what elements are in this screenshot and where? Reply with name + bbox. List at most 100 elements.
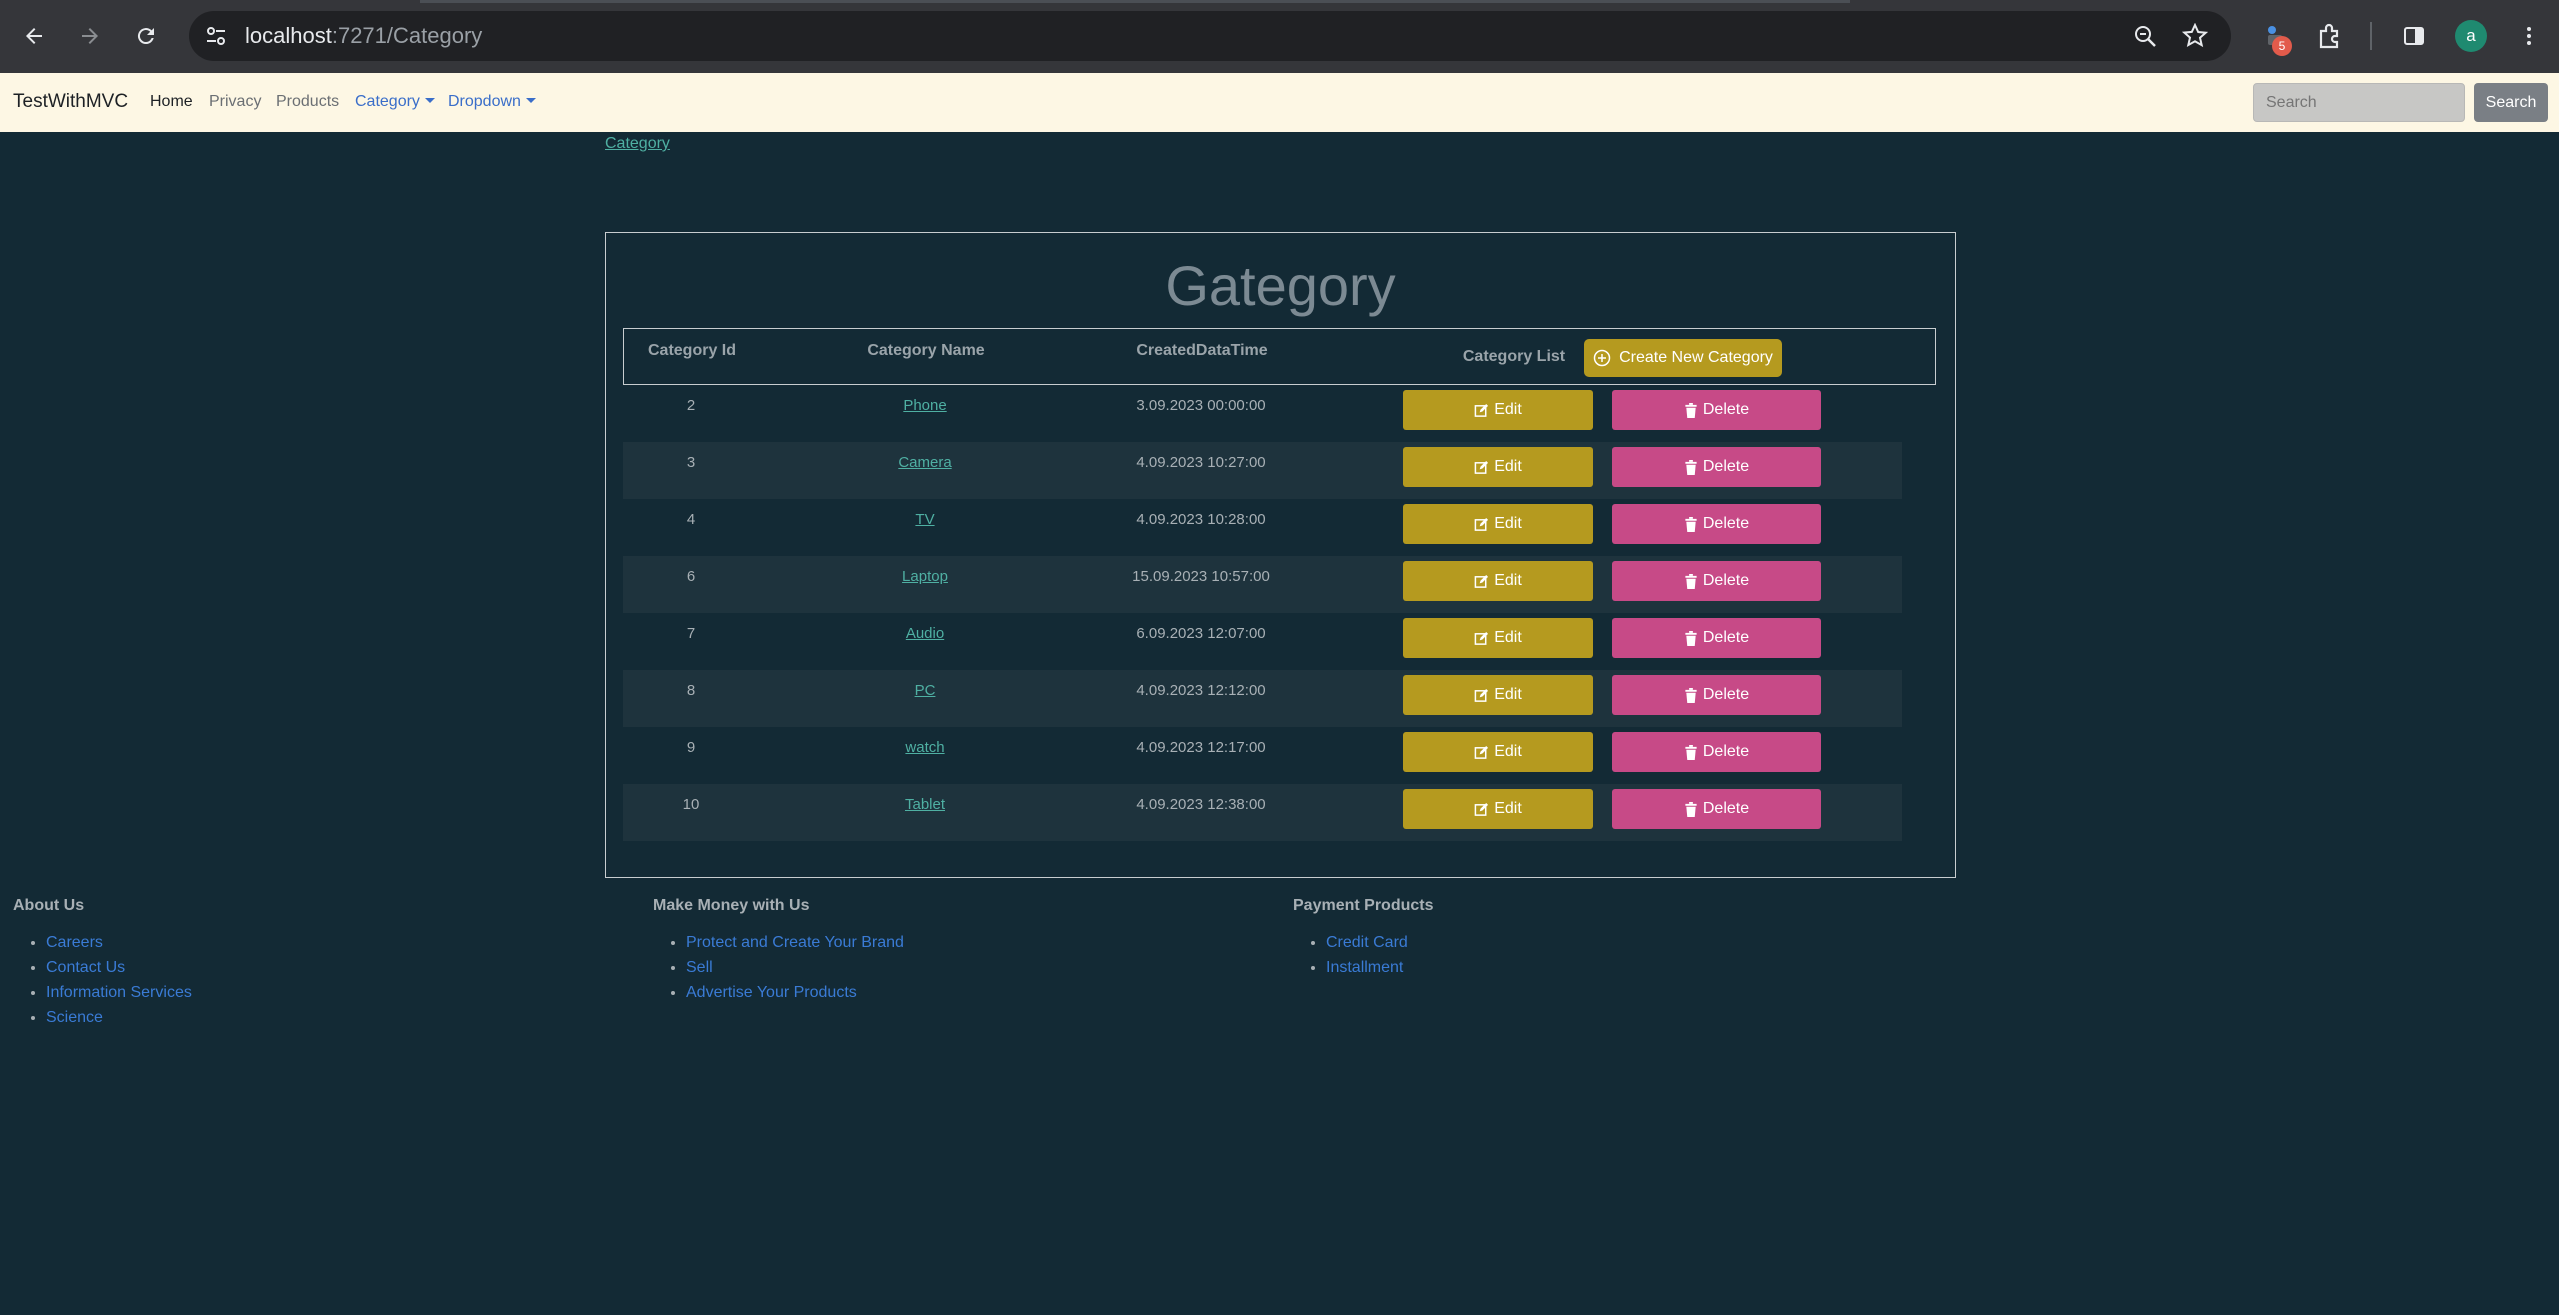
reload-icon[interactable]	[128, 18, 164, 54]
delete-button[interactable]: Delete	[1612, 504, 1821, 544]
edit-label: Edit	[1494, 515, 1522, 532]
bookmark-star-icon[interactable]	[2181, 22, 2209, 49]
edit-icon	[1474, 688, 1489, 702]
edit-icon	[1474, 802, 1489, 816]
footer-money: Make Money with Us Protect and Create Yo…	[653, 897, 904, 1005]
trash-icon	[1685, 687, 1697, 703]
cell-name-link[interactable]: watch	[860, 739, 990, 756]
footer-link[interactable]: Sell	[686, 955, 904, 980]
search-input[interactable]	[2253, 83, 2465, 122]
delete-button[interactable]: Delete	[1612, 618, 1821, 658]
site-settings-icon[interactable]	[203, 23, 229, 49]
nav-home[interactable]: Home	[150, 93, 193, 111]
page-title: Gategory	[1165, 254, 1396, 317]
cell-created: 3.09.2023 00:00:00	[1136, 397, 1266, 414]
cell-created: 4.09.2023 10:28:00	[1136, 511, 1266, 528]
cell-name-link[interactable]: Tablet	[860, 796, 990, 813]
footer-payment-list: Credit Card Installment	[1293, 930, 1433, 980]
cell-id: 7	[686, 625, 696, 642]
trash-icon	[1685, 516, 1697, 532]
delete-label: Delete	[1702, 572, 1750, 589]
delete-label: Delete	[1702, 686, 1750, 703]
cell-id: 10	[682, 796, 700, 813]
extensions-icon[interactable]	[2312, 18, 2348, 54]
edit-icon	[1474, 517, 1489, 531]
delete-button[interactable]: Delete	[1612, 732, 1821, 772]
edit-button[interactable]: Edit	[1403, 732, 1593, 772]
cell-id: 6	[686, 568, 696, 585]
cell-name-link[interactable]: PC	[860, 682, 990, 699]
table-row: 7 Audio 6.09.2023 12:07:00 Edit Delete	[623, 613, 1902, 670]
delete-button[interactable]: Delete	[1612, 390, 1821, 430]
edit-button[interactable]: Edit	[1403, 390, 1593, 430]
table-row: 6 Laptop 15.09.2023 10:57:00 Edit Delete	[623, 556, 1902, 613]
footer-link[interactable]: Contact Us	[46, 955, 192, 980]
more-menu-icon[interactable]	[2511, 18, 2547, 54]
zoom-icon[interactable]	[2132, 23, 2158, 49]
footer-about-list: Careers Contact Us Information Services …	[13, 930, 192, 1030]
delete-button[interactable]: Delete	[1612, 675, 1821, 715]
cell-name-link[interactable]: Laptop	[860, 568, 990, 585]
cell-id: 9	[686, 739, 696, 756]
address-bar[interactable]: localhost:7271/Category	[189, 11, 2231, 61]
delete-label: Delete	[1702, 515, 1750, 532]
brand-logo[interactable]: TestWithMVC	[13, 91, 128, 113]
nav-category-label: Category	[355, 93, 420, 110]
cell-created: 15.09.2023 10:57:00	[1132, 568, 1270, 585]
caret-down-icon	[424, 98, 435, 103]
toolbar-divider	[2370, 22, 2372, 50]
cell-name-link[interactable]: Camera	[860, 454, 990, 471]
nav-dropdown[interactable]: Dropdown	[448, 93, 536, 111]
footer-link[interactable]: Credit Card	[1326, 930, 1433, 955]
nav-dropdown-label: Dropdown	[448, 93, 521, 110]
extension-badge: 5	[2272, 36, 2292, 56]
trash-icon	[1685, 573, 1697, 589]
delete-label: Delete	[1702, 743, 1750, 760]
header-category-id: Category Id	[647, 342, 736, 359]
edit-icon	[1474, 745, 1489, 759]
edit-button[interactable]: Edit	[1403, 447, 1593, 487]
trash-icon	[1685, 801, 1697, 817]
footer-link[interactable]: Advertise Your Products	[686, 980, 904, 1005]
search-button[interactable]: Search	[2474, 83, 2548, 122]
table-header: Category Id Category Name CreatedDataTim…	[623, 328, 1936, 385]
plus-circle-icon	[1593, 349, 1611, 367]
edit-label: Edit	[1494, 743, 1522, 760]
edit-button[interactable]: Edit	[1403, 618, 1593, 658]
edit-button[interactable]: Edit	[1403, 561, 1593, 601]
edit-button[interactable]: Edit	[1403, 504, 1593, 544]
edit-button[interactable]: Edit	[1403, 675, 1593, 715]
delete-button[interactable]: Delete	[1612, 561, 1821, 601]
delete-button[interactable]: Delete	[1612, 447, 1821, 487]
cell-created: 4.09.2023 12:17:00	[1136, 739, 1266, 756]
edit-label: Edit	[1494, 458, 1522, 475]
table-row: 9 watch 4.09.2023 12:17:00 Edit Delete	[623, 727, 1902, 784]
nav-products[interactable]: Products	[276, 93, 339, 111]
cell-name-link[interactable]: Phone	[860, 397, 990, 414]
browser-toolbar: localhost:7271/Category 5 a	[0, 0, 2559, 73]
edit-button[interactable]: Edit	[1403, 789, 1593, 829]
footer-link[interactable]: Careers	[46, 930, 192, 955]
footer-link[interactable]: Information Services	[46, 980, 192, 1005]
breadcrumb[interactable]: Category	[605, 135, 670, 153]
nav-category-dropdown[interactable]: Category	[355, 93, 435, 111]
cell-name-link[interactable]: Audio	[860, 625, 990, 642]
footer-money-heading: Make Money with Us	[653, 897, 810, 914]
profile-avatar[interactable]: a	[2455, 20, 2487, 52]
side-panel-icon[interactable]	[2396, 18, 2432, 54]
nav-privacy[interactable]: Privacy	[209, 93, 261, 111]
footer-link[interactable]: Protect and Create Your Brand	[686, 930, 904, 955]
url-text: localhost:7271/Category	[245, 23, 482, 49]
back-icon[interactable]	[16, 18, 52, 54]
cell-created: 6.09.2023 12:07:00	[1136, 625, 1266, 642]
footer-about-heading: About Us	[13, 897, 85, 914]
forward-icon[interactable]	[72, 18, 108, 54]
edit-label: Edit	[1494, 401, 1522, 418]
cell-name-link[interactable]: TV	[860, 511, 990, 528]
create-category-button[interactable]: Create New Category	[1584, 339, 1782, 377]
caret-down-icon	[525, 98, 536, 103]
footer-link[interactable]: Science	[46, 1005, 192, 1030]
footer-link[interactable]: Installment	[1326, 955, 1433, 980]
trash-icon	[1685, 744, 1697, 760]
delete-button[interactable]: Delete	[1612, 789, 1821, 829]
